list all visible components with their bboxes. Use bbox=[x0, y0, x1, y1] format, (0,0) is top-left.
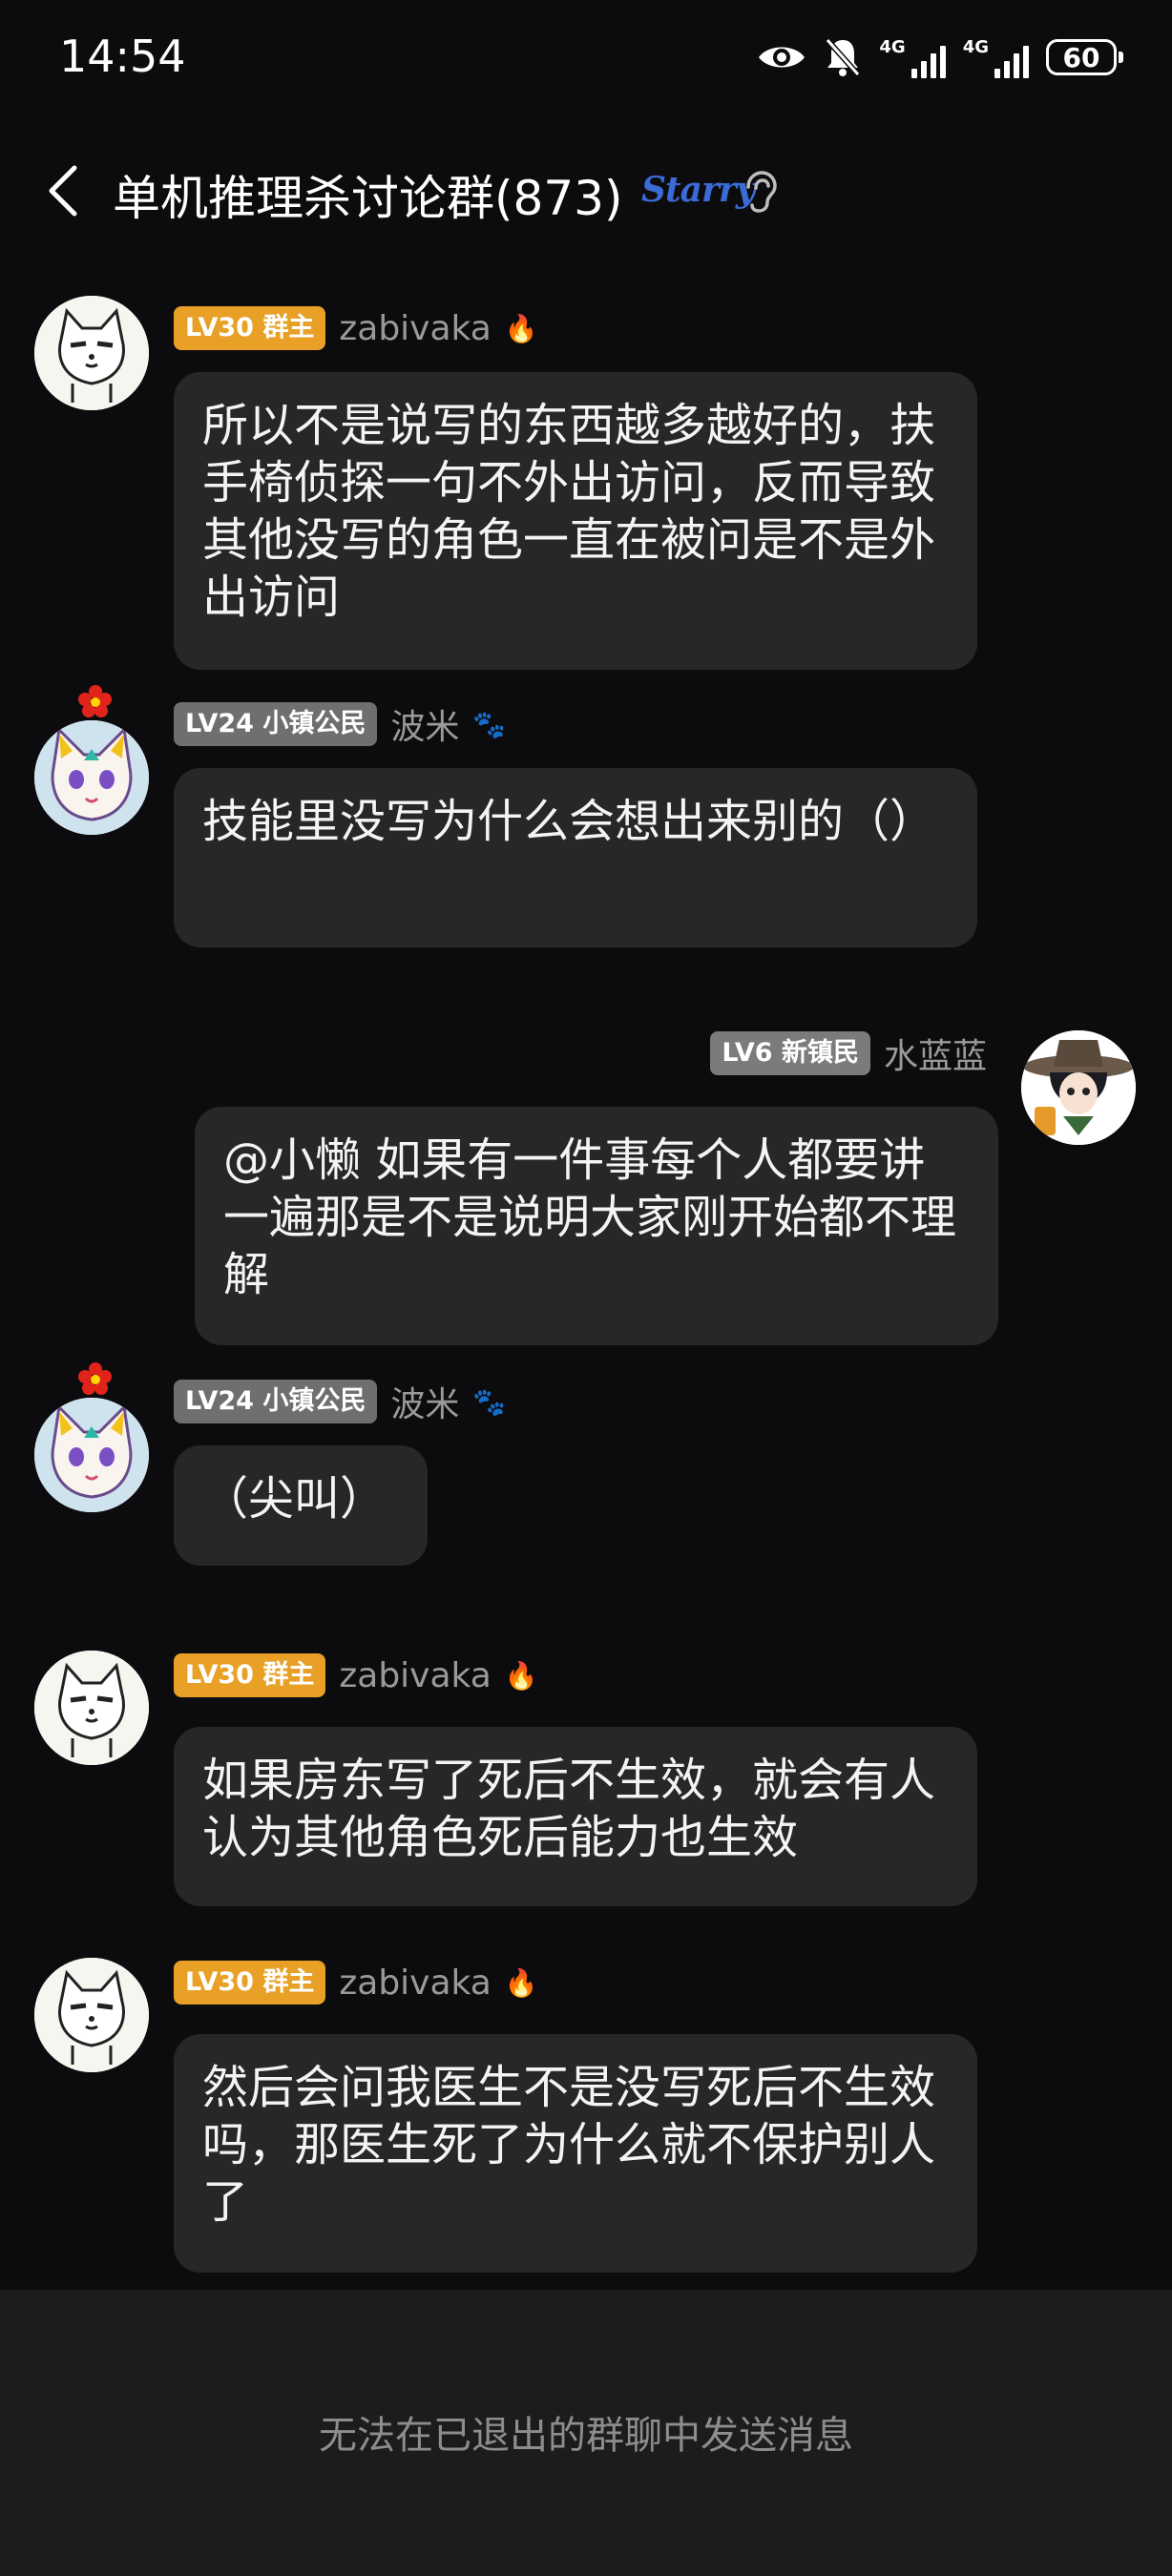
message-bubble[interactable]: @小懒 如果有一件事每个人都要讲一遍那是不是说明大家刚开始都不理解 bbox=[195, 1107, 998, 1345]
mute-bell-icon bbox=[826, 38, 861, 76]
message-item: LV30 群主 zabivaka 🔥 如果房东写了死后不生效，就会有人认为其他角… bbox=[0, 1651, 1172, 1937]
sender-meta: LV24 小镇公民 波米 🐾 bbox=[174, 701, 506, 747]
sender-nickname[interactable]: 波米 bbox=[390, 1377, 459, 1426]
message-text: @小懒 如果有一件事每个人都要讲一遍那是不是说明大家刚开始都不理解 bbox=[223, 1133, 957, 1301]
network-type-label: 4G bbox=[879, 36, 906, 57]
network-type-label: 4G bbox=[962, 36, 989, 57]
status-time: 14:54 bbox=[59, 31, 186, 82]
message-bubble[interactable]: （尖叫） bbox=[174, 1445, 428, 1566]
message-bubble[interactable]: 所以不是说写的东西越多越好的，扶手椅侦探一句不外出访问，反而导致其他没写的角色一… bbox=[174, 372, 977, 670]
sender-nickname[interactable]: zabivaka bbox=[339, 1656, 491, 1695]
signal-icon: 4G bbox=[963, 37, 1029, 78]
flower-icon bbox=[78, 1362, 112, 1395]
ear-icon[interactable] bbox=[739, 170, 779, 214]
flame-icon: 🔥 bbox=[504, 1659, 538, 1692]
battery-level: 60 bbox=[1062, 41, 1100, 73]
avatar[interactable] bbox=[34, 720, 149, 835]
message-text: 如果房东写了死后不生效，就会有人认为其他角色死后能力也生效 bbox=[202, 1754, 936, 1864]
avatar[interactable] bbox=[1021, 1030, 1136, 1145]
avatar[interactable] bbox=[34, 1398, 149, 1512]
message-item: LV24 小镇公民 波米 🐾 技能里没写为什么会想出来别的（） bbox=[0, 682, 1172, 1064]
status-bar: 14:54 4G 4G 60 bbox=[0, 0, 1172, 114]
message-bubble[interactable]: 技能里没写为什么会想出来别的（） bbox=[174, 768, 977, 947]
group-title[interactable]: 单机推理杀讨论群(873) bbox=[113, 160, 622, 229]
level-badge: LV24 小镇公民 bbox=[174, 702, 378, 746]
fox-avatar-icon bbox=[34, 720, 149, 835]
sender-meta: LV30 群主 zabivaka 🔥 bbox=[174, 1960, 538, 2005]
battery-icon: 60 bbox=[1046, 39, 1123, 75]
message-item: LV30 群主 zabivaka 🔥 所以不是说写的东西越多越好的，扶手椅侦探一… bbox=[0, 296, 1172, 677]
message-bubble[interactable]: 如果房东写了死后不生效，就会有人认为其他角色死后能力也生效 bbox=[174, 1727, 977, 1906]
sender-meta: LV6 新镇民 水蓝蓝 bbox=[710, 1030, 987, 1076]
flame-icon: 🔥 bbox=[504, 1966, 538, 1999]
eye-icon bbox=[759, 47, 806, 68]
sender-meta: LV30 群主 zabivaka 🔥 bbox=[174, 305, 538, 351]
message-list[interactable]: LV30 群主 zabivaka 🔥 所以不是说写的东西越多越好的，扶手椅侦探一… bbox=[0, 267, 1172, 2290]
cat-avatar-icon bbox=[34, 1651, 149, 1765]
chat-header: 单机推理杀讨论群(873) Starry bbox=[0, 143, 1172, 239]
message-text: 技能里没写为什么会想出来别的（） bbox=[202, 795, 936, 848]
fox-avatar-icon bbox=[34, 1398, 149, 1512]
input-area-disabled: 无法在已退出的群聊中发送消息 bbox=[0, 2290, 1172, 2576]
message-item: LV30 群主 zabivaka 🔥 然后会问我医生不是没写死后不生效吗，那医生… bbox=[0, 1958, 1172, 2282]
message-text: （尖叫） bbox=[202, 1472, 387, 1526]
message-text: 然后会问我医生不是没写死后不生效吗，那医生死了为什么就不保护别人了 bbox=[202, 2061, 936, 2229]
level-badge: LV30 群主 bbox=[174, 1653, 326, 1697]
level-badge: LV30 群主 bbox=[174, 306, 326, 350]
starry-logo: Starry bbox=[641, 170, 756, 210]
message-text: 所以不是说写的东西越多越好的，扶手椅侦探一句不外出访问，反而导致其他没写的角色一… bbox=[202, 399, 936, 624]
paw-icon: 🐾 bbox=[472, 708, 507, 740]
girl-hat-avatar-icon bbox=[1021, 1030, 1136, 1145]
level-badge: LV24 小镇公民 bbox=[174, 1380, 378, 1423]
flame-icon: 🔥 bbox=[504, 312, 538, 344]
sender-nickname[interactable]: 波米 bbox=[390, 699, 459, 749]
flower-icon bbox=[78, 685, 112, 717]
avatar[interactable] bbox=[34, 296, 149, 410]
message-item: LV24 小镇公民 波米 🐾 （尖叫） bbox=[0, 1360, 1172, 1608]
level-badge: LV30 群主 bbox=[174, 1961, 326, 2005]
cat-avatar-icon bbox=[34, 296, 149, 410]
back-icon[interactable] bbox=[38, 162, 95, 219]
sender-nickname[interactable]: zabivaka bbox=[339, 1963, 491, 2003]
status-icons: 4G 4G 60 bbox=[757, 32, 1123, 82]
sender-nickname[interactable]: zabivaka bbox=[339, 309, 491, 348]
sender-meta: LV30 群主 zabivaka 🔥 bbox=[174, 1652, 538, 1698]
paw-icon: 🐾 bbox=[472, 1385, 507, 1418]
avatar[interactable] bbox=[34, 1958, 149, 2072]
signal-icon: 4G bbox=[879, 36, 946, 78]
message-bubble[interactable]: 然后会问我医生不是没写死后不生效吗，那医生死了为什么就不保护别人了 bbox=[174, 2034, 977, 2273]
level-badge: LV6 新镇民 bbox=[710, 1031, 870, 1075]
sender-nickname[interactable]: 水蓝蓝 bbox=[884, 1028, 987, 1078]
sender-meta: LV24 小镇公民 波米 🐾 bbox=[174, 1379, 506, 1424]
cat-avatar-icon bbox=[34, 1958, 149, 2072]
avatar[interactable] bbox=[34, 1651, 149, 1765]
exited-group-notice: 无法在已退出的群聊中发送消息 bbox=[319, 2414, 853, 2458]
